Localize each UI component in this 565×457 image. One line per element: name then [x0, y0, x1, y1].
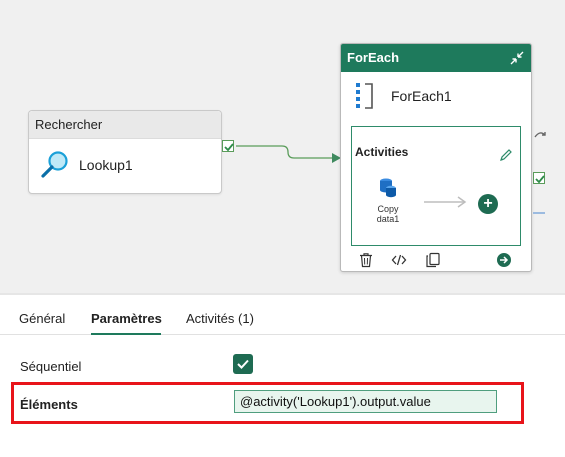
checkmark-icon [237, 359, 249, 369]
tab-settings[interactable]: Paramètres [91, 311, 162, 326]
trash-icon[interactable] [358, 252, 374, 268]
foreach-header: ForEach [341, 44, 531, 72]
copy-activity-label-line2: data1 [376, 214, 400, 224]
lookup-activity-name: Lookup1 [79, 157, 133, 173]
foreach-icon [356, 83, 373, 109]
canvas-divider [0, 293, 565, 295]
activities-label: Activities [355, 145, 409, 159]
clone-icon[interactable] [425, 252, 441, 268]
lookup-activity-type: Rechercher [29, 111, 221, 139]
sequential-checkbox[interactable] [233, 354, 253, 374]
success-output-port[interactable] [222, 140, 234, 152]
foreach-activity-card[interactable]: ForEach ForEach1 Activities Copy data1 + [340, 43, 532, 272]
arrow-icon [424, 196, 467, 208]
collapse-icon[interactable] [509, 50, 525, 66]
copy-data-icon[interactable] [378, 177, 398, 199]
tab-activities[interactable]: Activités (1) [186, 311, 254, 326]
code-icon[interactable] [391, 252, 407, 268]
items-expression-input[interactable]: @activity('Lookup1').output.value [234, 390, 497, 413]
copy-activity-label-line1: Copy [377, 204, 399, 214]
active-tab-indicator [91, 333, 161, 335]
go-to-icon[interactable] [496, 252, 512, 268]
lookup-activity-card[interactable]: Rechercher Lookup1 [28, 110, 222, 194]
search-icon [41, 151, 68, 178]
skip-port-icon[interactable] [533, 128, 547, 142]
foreach-activity-name: ForEach1 [391, 88, 452, 104]
foreach-success-port[interactable] [533, 172, 545, 184]
items-label: Éléments [20, 397, 78, 412]
inner-activities-container[interactable]: Activities Copy data1 + [351, 126, 521, 246]
foreach-toolbar [341, 250, 531, 272]
foreach-activity-type: ForEach [347, 50, 400, 65]
sequential-label: Séquentiel [20, 359, 82, 374]
pencil-icon[interactable] [499, 148, 513, 162]
add-activity-button[interactable]: + [478, 194, 498, 214]
properties-tabs: Général Paramètres Activités (1) [0, 303, 565, 335]
copy-activity-label[interactable]: Copy data1 [366, 204, 410, 224]
tab-general[interactable]: Général [19, 311, 65, 326]
completion-port[interactable] [533, 212, 545, 214]
